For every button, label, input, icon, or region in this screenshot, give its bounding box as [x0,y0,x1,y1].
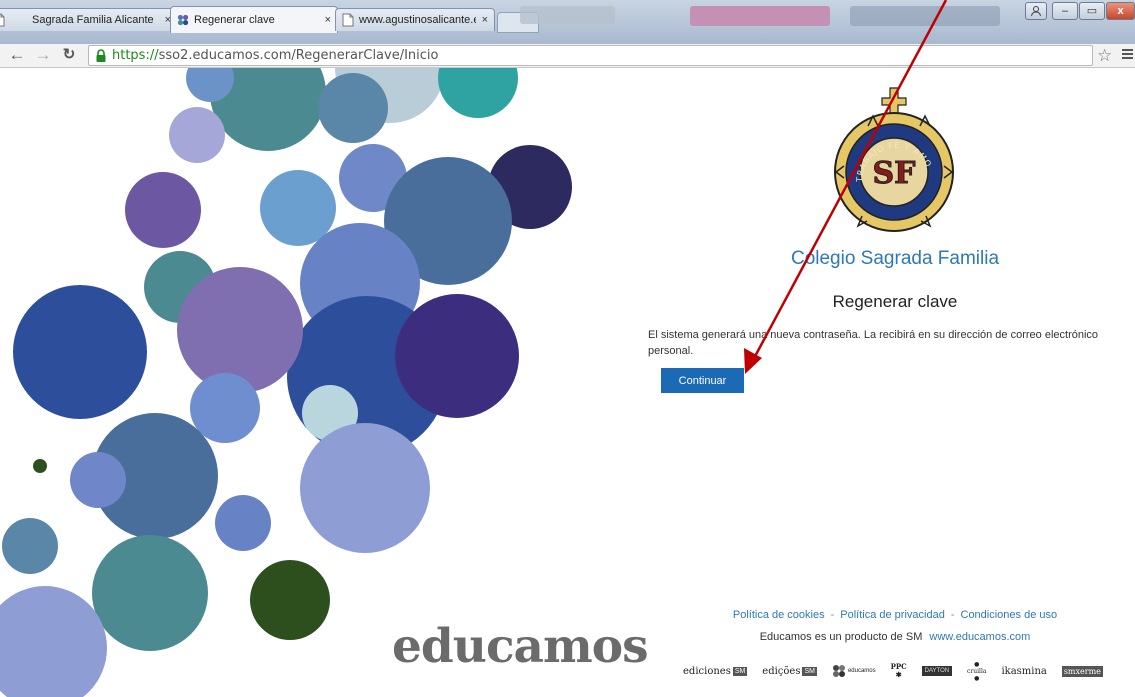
close-window-button[interactable]: x [1106,2,1135,20]
smxerme-logo[interactable]: smxerme [1061,665,1103,677]
dayton-logo[interactable]: DAYTON [921,666,953,676]
page-content: educamos SF TRABAJO FE Y AMOR Colegio Sa… [0,68,1135,697]
url-text: https://sso2.educamos.com/RegenerarClave… [112,48,439,63]
product-text: Educamos es un producto de SM [759,631,923,643]
lock-icon [96,48,106,62]
brand-name: educamos [847,668,876,674]
crest-monogram: SF [873,156,916,191]
tab-regenerar-clave[interactable]: Regenerar clave × [170,6,338,33]
educamos-small-logo[interactable]: educamos [832,664,876,678]
footer-links: Política de cookies - Política de privacid… [700,609,1090,621]
browser-tab-strip: Sagrada Familia Alicante × Regenerar cla… [0,0,1135,44]
tab-sagrada-familia-alicante[interactable]: Sagrada Familia Alicante × [0,8,178,31]
tab-title: Regenerar clave [194,14,275,26]
tab-close-icon[interactable]: × [482,14,488,26]
tab-title: Sagrada Familia Alicante [32,14,154,26]
forward-icon[interactable]: → [34,46,52,64]
page-title: Regenerar clave [832,292,958,311]
brand-name: smxerme [1061,665,1103,677]
url-scheme: https:// [112,48,159,63]
sm-tag: SM [802,666,817,676]
tab-close-icon[interactable]: × [325,14,331,26]
brand-name: ediciones [683,665,731,677]
privacy-policy-link[interactable]: Política de privacidad [840,609,945,621]
ikasmina-logo[interactable]: ikasmina [1001,666,1046,677]
blurred-taskbar-region [690,6,830,26]
educamos-favicon-icon [177,14,189,26]
educamos-logo: educamos [392,619,649,674]
edicoes-sm-logo[interactable]: edições SM [762,666,817,677]
footer-separator: - [950,609,955,621]
terms-of-use-link[interactable]: Condiciones de uso [961,609,1058,621]
window-user-icon[interactable] [1025,2,1047,20]
address-bar[interactable]: https://sso2.educamos.com/RegenerarClave… [88,45,1093,66]
dots-icon: ● [974,674,980,682]
description-text: El sistema generará una nueva contraseña… [648,329,1099,357]
menu-icon[interactable] [1122,47,1133,61]
document-icon [342,13,354,27]
footer-product-line: Educamos es un producto de SM www.educam… [700,631,1090,643]
cookies-policy-link[interactable]: Política de cookies [733,609,825,621]
educamos-bubbles-icon [832,665,845,677]
document-icon [0,13,5,27]
minimize-button[interactable]: – [1052,2,1078,20]
decorative-bubbles-background [0,68,572,697]
ppc-logo[interactable]: PPC ✱ [891,663,907,679]
school-crest-logo: SF TRABAJO FE Y AMOR [832,86,954,232]
brand-name: cruilla [967,667,987,675]
bookmark-star-icon[interactable]: ☆ [1097,46,1112,66]
cruilla-logo[interactable]: ● cruilla ● [967,661,986,682]
school-name: Colegio Sagrada Familia [790,248,1000,269]
dots-icon: ● [974,660,980,668]
brand-name: DAYTON [921,666,953,676]
restore-button[interactable]: ▭ [1079,2,1105,20]
tab-title: www.agustinosalicante.es [359,14,476,26]
brand-name: ikasmina [1001,665,1047,677]
ediciones-sm-logo[interactable]: ediciones SM [683,665,748,677]
blurred-taskbar-region [520,6,615,24]
continue-button[interactable]: Continuar [661,368,744,393]
brand-name: edições [762,665,801,677]
footer-separator: - [830,609,835,621]
browser-toolbar: ← → ↻ https://sso2.educamos.com/Regenera… [0,44,1135,68]
back-icon[interactable]: ← [8,46,26,64]
blurred-taskbar-region [850,6,1000,26]
brand-logos-row: ediciones SM edições SM educamos PPC ✱ DAYT… [683,658,1103,684]
reload-icon[interactable]: ↻ [60,46,78,64]
educamos-website-link[interactable]: www.educamos.com [929,631,1030,643]
tab-agustinos-alicante[interactable]: www.agustinosalicante.es × [335,8,495,31]
sm-tag: SM [732,666,748,676]
url-path: sso2.educamos.com/RegenerarClave/Inicio [158,48,439,63]
ppc-emblem-icon: ✱ [895,670,902,679]
